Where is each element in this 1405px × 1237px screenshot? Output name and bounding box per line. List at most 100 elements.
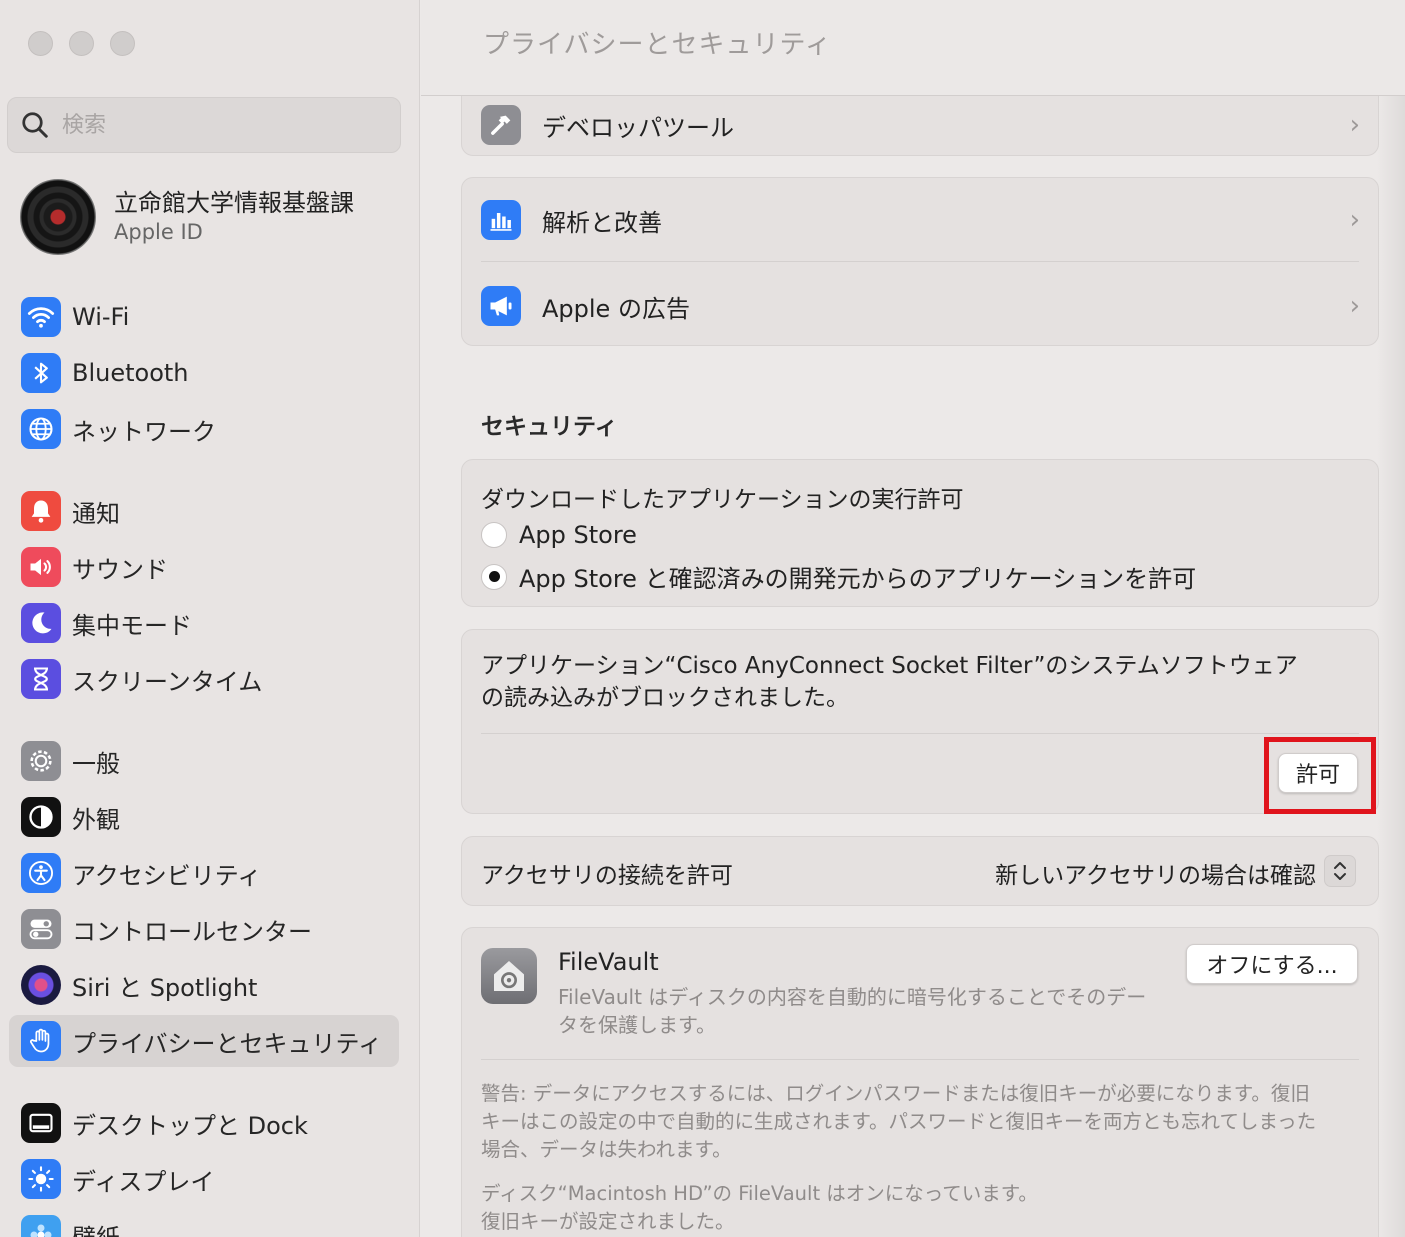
radio-button[interactable]: [481, 522, 507, 548]
sidebar-item-bluetooth[interactable]: Bluetooth: [9, 347, 399, 399]
account-subtitle: Apple ID: [114, 220, 203, 244]
filevault-warning-line: キーはこの設定の中で自動的に生成されます。パスワードと復旧キーを両方とも忘れてし…: [481, 1110, 1317, 1133]
minimize-window-button[interactable]: [69, 31, 94, 56]
radio-label: App Store と確認済みの開発元からのアプリケーションを許可: [519, 565, 1197, 593]
page-title: プライバシーとセキュリティ: [483, 30, 832, 60]
sidebar-item-label: 壁紙: [72, 1218, 120, 1237]
filevault-status-line: ディスク“Macintosh HD”の FileVault はオンになっています…: [481, 1182, 1038, 1205]
bar-chart-icon: [481, 200, 521, 240]
filevault-house-icon: [481, 948, 537, 1004]
sidebar-item-displays[interactable]: ディスプレイ: [9, 1153, 399, 1205]
popup-stepper[interactable]: [1324, 855, 1356, 887]
analytics-ads-card: 解析と改善 › Apple の広告 ›: [461, 177, 1379, 346]
wallpaper-icon: [21, 1215, 61, 1237]
avatar: [20, 179, 96, 255]
sidebar-item-label: アクセシビリティ: [72, 861, 262, 890]
appearance-icon: [21, 797, 61, 837]
sidebar-item-network[interactable]: ネットワーク: [9, 403, 399, 455]
turn-off-filevault-button[interactable]: オフにする...: [1186, 944, 1358, 984]
highlight-box: [1264, 737, 1376, 814]
filevault-status: ディスク“Macintosh HD”の FileVault はオンになっています…: [481, 1180, 1038, 1236]
sidebar-item-desktop-dock[interactable]: デスクトップと Dock: [9, 1097, 399, 1149]
download-permission-heading: ダウンロードしたアプリケーションの実行許可: [481, 487, 964, 513]
search-input[interactable]: [62, 112, 362, 138]
accessory-label: アクセサリの接続を許可: [481, 863, 733, 889]
sidebar-item-general[interactable]: 一般: [9, 735, 399, 787]
developer-tools-label: デベロッパツール: [542, 113, 734, 142]
filevault-status-line: 復旧キーが設定されました。: [481, 1210, 735, 1233]
close-window-button[interactable]: [28, 31, 53, 56]
blocked-software-message: アプリケーション“Cisco AnyConnect Socket Filter”…: [481, 650, 1298, 714]
apple-ads-label: Apple の広告: [542, 294, 690, 323]
accessibility-icon: [21, 853, 61, 893]
sidebar-item-label: Bluetooth: [72, 359, 189, 387]
sidebar-item-label: 通知: [72, 499, 120, 528]
filevault-description: FileVault はディスクの内容を自動的に暗号化することでそのデー タを保護…: [558, 983, 1146, 1039]
filevault-card: FileVault FileVault はディスクの内容を自動的に暗号化すること…: [461, 927, 1379, 1237]
sidebar-item-wallpaper[interactable]: 壁紙: [9, 1209, 399, 1237]
chevron-right-icon: ›: [1349, 205, 1360, 235]
divider: [481, 261, 1359, 262]
sidebar-item-screen-time[interactable]: スクリーンタイム: [9, 653, 399, 705]
blocked-message-line: の読み込みがブロックされました。: [481, 685, 849, 711]
sidebar-item-label: スクリーンタイム: [72, 667, 263, 696]
accessory-value[interactable]: 新しいアクセサリの場合は確認: [995, 856, 1316, 890]
dock-icon: [21, 1103, 61, 1143]
bluetooth-icon: [21, 353, 61, 393]
sidebar-item-label: デスクトップと Dock: [72, 1111, 308, 1140]
sidebar-item-focus[interactable]: 集中モード: [9, 597, 399, 649]
radio-label: App Store: [519, 521, 637, 549]
apple-ads-row[interactable]: Apple の広告 ›: [462, 274, 1378, 338]
sidebar-item-privacy-security[interactable]: プライバシーとセキュリティ: [9, 1015, 399, 1067]
gear-icon: [21, 741, 61, 781]
filevault-warning: 警告: データにアクセスするには、ログインパスワードまたは復旧キーが必要になりま…: [481, 1080, 1316, 1164]
security-section-heading: セキュリティ: [481, 414, 618, 440]
sidebar-item-label: 外観: [72, 805, 120, 834]
sidebar-item-notifications[interactable]: 通知: [9, 485, 399, 537]
accessory-card: アクセサリの接続を許可 新しいアクセサリの場合は確認: [461, 836, 1379, 906]
filevault-warning-line: 警告: データにアクセスするには、ログインパスワードまたは復旧キーが必要になりま…: [481, 1082, 1310, 1105]
sidebar-item-label: Wi-Fi: [72, 303, 130, 331]
blocked-software-card: アプリケーション“Cisco AnyConnect Socket Filter”…: [461, 629, 1379, 814]
sun-icon: [21, 1159, 61, 1199]
speaker-icon: [21, 547, 61, 587]
scroll-edge-shadow: [1377, 96, 1405, 1237]
filevault-title: FileVault: [558, 948, 659, 976]
globe-icon: [21, 409, 61, 449]
chevron-right-icon: ›: [1349, 110, 1360, 140]
sidebar-item-label: 一般: [72, 749, 120, 778]
filevault-warning-line: 場合、データは失われます。: [481, 1138, 732, 1161]
radio-option-app-store[interactable]: App Store: [481, 521, 637, 549]
zoom-window-button[interactable]: [110, 31, 135, 56]
sidebar-item-accessibility[interactable]: アクセシビリティ: [9, 847, 399, 899]
sidebar-item-sound[interactable]: サウンド: [9, 541, 399, 593]
apple-id-account[interactable]: 立命館大学情報基盤課 Apple ID: [20, 179, 354, 255]
search-field[interactable]: [7, 97, 401, 153]
divider: [481, 1059, 1359, 1060]
sidebar-item-wifi[interactable]: Wi-Fi: [9, 291, 399, 343]
sidebar-item-label: Siri と Spotlight: [72, 973, 258, 1002]
bell-icon: [21, 491, 61, 531]
analytics-row[interactable]: 解析と改善 ›: [462, 188, 1378, 252]
account-name: 立命館大学情報基盤課: [114, 189, 354, 217]
divider: [481, 733, 1359, 734]
sidebar-item-label: ネットワーク: [72, 417, 216, 446]
radio-button-selected[interactable]: [481, 563, 507, 590]
hammer-icon: [481, 105, 521, 145]
sidebar-item-appearance[interactable]: 外観: [9, 791, 399, 843]
hand-icon: [21, 1021, 61, 1061]
chevron-up-down-icon: [1334, 862, 1346, 880]
sidebar-item-siri-spotlight[interactable]: Siri と Spotlight: [9, 959, 399, 1011]
radio-option-app-store-identified[interactable]: App Store と確認済みの開発元からのアプリケーションを許可: [481, 559, 1196, 594]
window-controls: [28, 31, 135, 56]
developer-tools-row[interactable]: デベロッパツール ›: [462, 95, 1378, 155]
filevault-description-line: タを保護します。: [558, 1013, 716, 1037]
title-bar: プライバシーとセキュリティ: [421, 0, 1405, 96]
filevault-description-line: FileVault はディスクの内容を自動的に暗号化することでそのデー: [558, 985, 1147, 1009]
sidebar-item-label: コントロールセンター: [72, 917, 312, 946]
toggles-icon: [21, 909, 61, 949]
analytics-label: 解析と改善: [542, 208, 662, 237]
sidebar-item-control-center[interactable]: コントロールセンター: [9, 903, 399, 955]
megaphone-icon: [481, 286, 521, 326]
chevron-right-icon: ›: [1349, 291, 1360, 321]
